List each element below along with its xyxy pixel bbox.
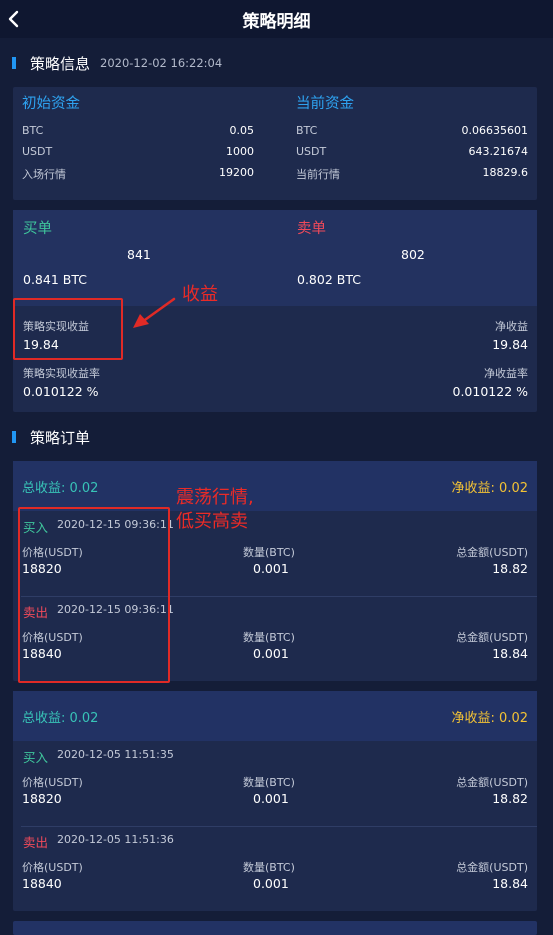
current-btc-label: BTC <box>296 124 318 137</box>
quantity-label: 数量(BTC) <box>243 631 295 644</box>
capital-card: 初始资金 BTC 0.05 USDT 1000 入场行情 19200 当前资金 … <box>13 87 537 200</box>
order-time: 2020-12-05 11:51:36 <box>57 833 174 846</box>
initial-row-entry-price: 入场行情 19200 <box>22 166 254 182</box>
order-entry-buy: 买入 2020-12-05 11:51:35 价格(USDT) 18820 数量… <box>13 741 537 826</box>
current-usdt-label: USDT <box>296 145 327 158</box>
realized-rate-label: 策略实现收益率 <box>23 367 100 380</box>
buy-count: 841 <box>127 247 151 262</box>
sell-summary: 卖单 802 0.802 BTC <box>287 210 553 306</box>
page-title: 策略明细 <box>242 12 311 32</box>
net-rate-label: 净收益率 <box>484 367 528 380</box>
order-group-header: 总收益: 0.02 净收益: 0.02 <box>13 691 537 741</box>
sell-label: 卖单 <box>297 221 326 237</box>
initial-usdt-label: USDT <box>22 145 53 158</box>
current-row-usdt: USDT 643.21674 <box>296 145 528 161</box>
entry-price-value: 19200 <box>219 166 254 179</box>
current-row-price: 当前行情 18829.6 <box>296 166 528 182</box>
quantity-value: 0.001 <box>253 876 289 891</box>
initial-row-btc: BTC 0.05 <box>22 124 254 140</box>
net-rate-value: 0.010122 % <box>452 384 529 399</box>
orders-header: 策略订单 <box>12 425 90 449</box>
current-btc-value: 0.06635601 <box>461 124 528 137</box>
quantity-value: 0.001 <box>253 561 289 576</box>
section-bar-icon <box>12 431 16 443</box>
order-group-header: 总收益: 0.02 净收益: 0.02 <box>13 461 537 511</box>
net-profit-label: 净收益 <box>495 320 528 333</box>
buy-summary: 买单 841 0.841 BTC <box>13 210 283 306</box>
oscillation-highlight-box <box>18 507 170 683</box>
order-total-profit: 总收益: 0.02 <box>22 711 99 726</box>
strategy-info-title: 策略信息 <box>30 54 91 73</box>
order-net-profit: 净收益: 0.02 <box>451 711 528 726</box>
amount-label: 总金额(USDT) <box>456 546 528 559</box>
amount-label: 总金额(USDT) <box>456 631 528 644</box>
order-time: 2020-12-05 11:51:35 <box>57 748 174 761</box>
net-profit-value: 19.84 <box>492 337 528 352</box>
current-price-value: 18829.6 <box>482 166 529 179</box>
sell-amount: 0.802 BTC <box>297 272 361 287</box>
initial-btc-value: 0.05 <box>229 124 255 137</box>
buy-sell-panel: 买单 841 0.841 BTC 卖单 802 0.802 BTC <box>13 210 537 306</box>
entry-price-label: 入场行情 <box>22 168 66 181</box>
orders-title: 策略订单 <box>30 428 91 447</box>
order-group[interactable]: 总收益: 0.02 净收益: 0.02 买入 2020-12-05 11:51:… <box>13 691 537 911</box>
current-capital-label: 当前资金 <box>296 96 354 112</box>
amount-value: 18.84 <box>492 646 528 661</box>
order-side: 买入 <box>23 750 49 765</box>
strategy-info-header: 策略信息 2020-12-02 16:22:04 <box>12 51 222 75</box>
current-usdt-value: 643.21674 <box>468 145 529 158</box>
price-value: 18840 <box>22 876 62 891</box>
quantity-value: 0.001 <box>253 646 289 661</box>
amount-value: 18.84 <box>492 876 528 891</box>
amount-label: 总金额(USDT) <box>456 776 528 789</box>
order-side: 卖出 <box>23 835 49 850</box>
price-label: 价格(USDT) <box>22 861 83 874</box>
quantity-label: 数量(BTC) <box>243 776 295 789</box>
current-row-btc: BTC 0.06635601 <box>296 124 528 140</box>
initial-capital-label: 初始资金 <box>22 96 80 112</box>
amount-value: 18.82 <box>492 791 528 806</box>
quantity-value: 0.001 <box>253 791 289 806</box>
price-label: 价格(USDT) <box>22 776 83 789</box>
order-net-profit: 净收益: 0.02 <box>451 481 528 496</box>
current-price-label: 当前行情 <box>296 168 340 181</box>
top-bar: 策略明细 <box>0 0 553 38</box>
oscillation-annotation: 震荡行情, 低买高卖 <box>176 487 254 532</box>
order-total-profit: 总收益: 0.02 <box>22 481 99 496</box>
annotation-arrow-icon <box>133 297 176 328</box>
initial-usdt-value: 1000 <box>226 145 254 158</box>
realized-rate-value: 0.010122 % <box>23 384 99 399</box>
amount-label: 总金额(USDT) <box>456 861 528 874</box>
order-entry-sell: 卖出 2020-12-05 11:51:36 价格(USDT) 18840 数量… <box>13 826 537 911</box>
price-value: 18820 <box>22 791 62 806</box>
strategy-info-time: 2020-12-02 16:22:04 <box>100 56 223 70</box>
quantity-label: 数量(BTC) <box>243 861 295 874</box>
quantity-label: 数量(BTC) <box>243 546 295 559</box>
initial-btc-label: BTC <box>22 124 44 137</box>
amount-value: 18.82 <box>492 561 528 576</box>
order-group-next[interactable] <box>13 921 537 935</box>
sell-count: 802 <box>401 247 425 262</box>
section-bar-icon <box>12 57 16 69</box>
buy-amount: 0.841 BTC <box>23 272 87 287</box>
profit-annotation: 收益 <box>182 284 218 305</box>
profit-highlight-box <box>13 298 123 360</box>
initial-row-usdt: USDT 1000 <box>22 145 254 161</box>
buy-label: 买单 <box>23 221 52 237</box>
